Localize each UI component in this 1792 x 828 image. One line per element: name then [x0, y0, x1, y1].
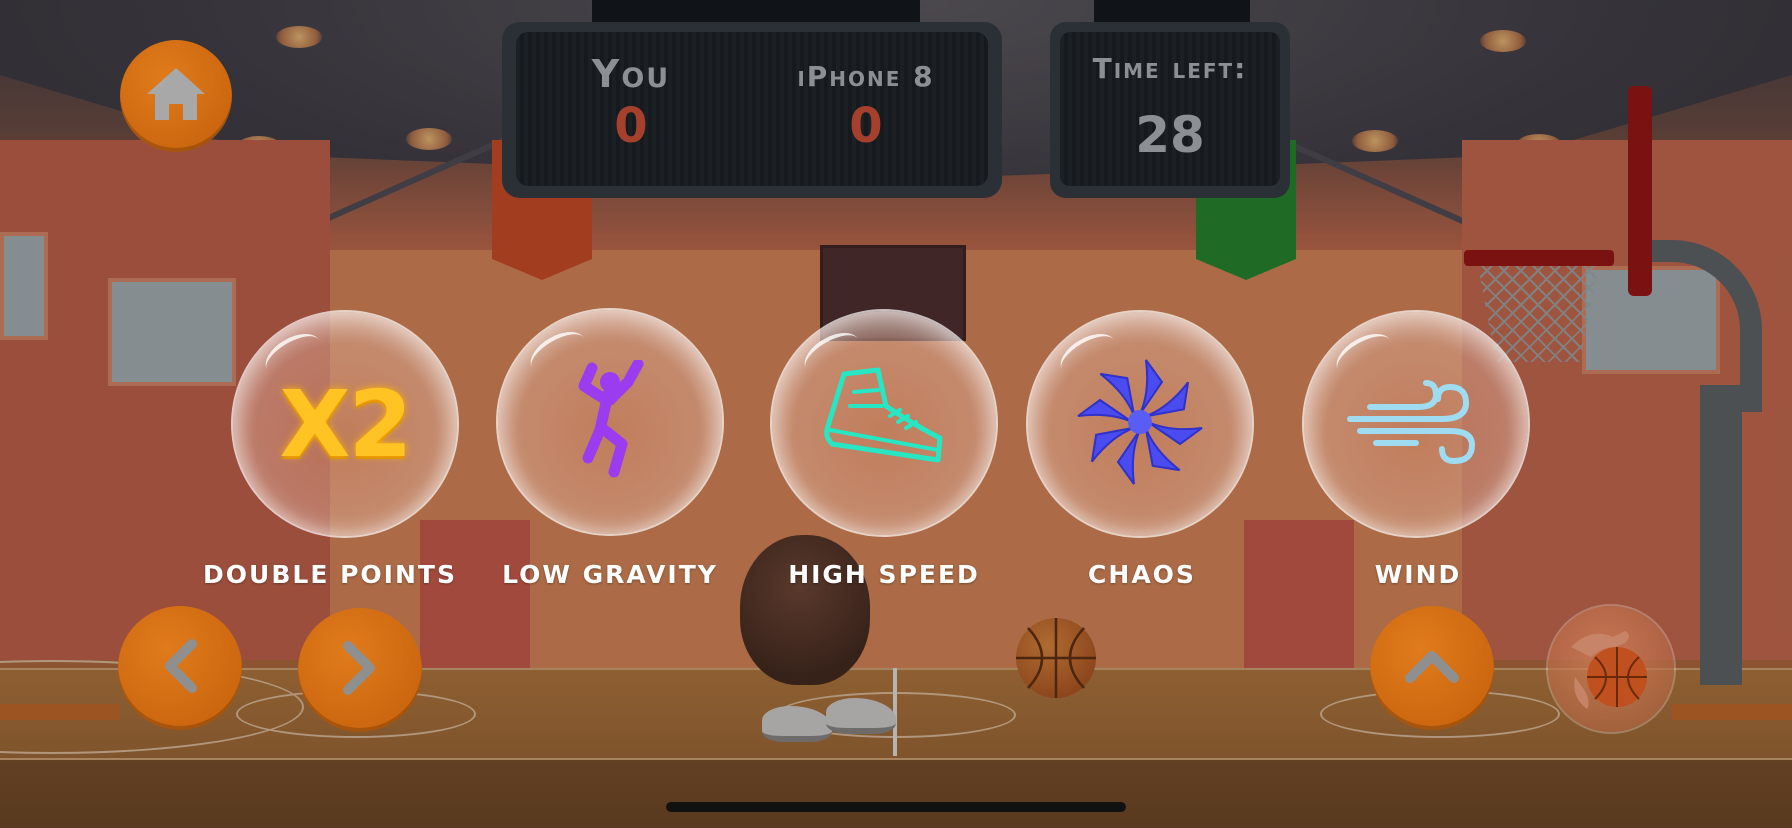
powerup-low-gravity[interactable] — [498, 310, 722, 534]
powerup-label: HIGH SPEED — [788, 560, 980, 589]
time-left-label: Time left: — [1092, 52, 1248, 85]
powerup-label: DOUBLE POINTS — [203, 560, 457, 589]
timer-board: Time left: 28 — [1050, 22, 1290, 198]
home-button[interactable] — [120, 40, 232, 152]
scoreboard: You 0 iPhone 8 0 — [502, 22, 1002, 198]
jump-button[interactable] — [1370, 606, 1494, 730]
player-name: You — [591, 52, 671, 96]
game-scene: You 0 iPhone 8 0 Time left: 28 X2 DOUBLE… — [0, 0, 1792, 828]
powerup-wind[interactable] — [1304, 312, 1528, 536]
opponent-name: iPhone 8 — [797, 60, 935, 93]
spiral-star-icon — [1075, 357, 1205, 491]
powerup-label: WIND — [1374, 560, 1462, 589]
powerup-high-speed[interactable] — [772, 311, 996, 535]
powerup-label: CHAOS — [1088, 560, 1196, 589]
scoreboard-panel: You 0 iPhone 8 0 — [516, 32, 988, 186]
home-icon — [143, 64, 209, 128]
player-score: 0 — [614, 98, 648, 154]
move-right-button[interactable] — [298, 608, 422, 732]
move-left-button[interactable] — [118, 606, 242, 730]
home-indicator — [666, 802, 1126, 812]
jumping-figure-icon — [570, 358, 650, 484]
powerup-double-points[interactable]: X2 — [233, 312, 457, 536]
powerup-chaos[interactable] — [1028, 312, 1252, 536]
opponent-score: 0 — [849, 98, 883, 154]
wind-icon — [1346, 377, 1486, 471]
chevron-right-icon — [340, 640, 380, 700]
chevron-up-icon — [1404, 646, 1460, 690]
hand-ball-icon — [1561, 617, 1661, 721]
sneaker-icon — [820, 366, 948, 480]
x2-icon: X2 — [279, 370, 413, 478]
shoot-button[interactable] — [1548, 606, 1674, 732]
chevron-left-icon — [160, 638, 200, 698]
timer-panel: Time left: 28 — [1060, 32, 1280, 186]
powerup-label: LOW GRAVITY — [502, 560, 718, 589]
time-left-value: 28 — [1135, 106, 1205, 164]
